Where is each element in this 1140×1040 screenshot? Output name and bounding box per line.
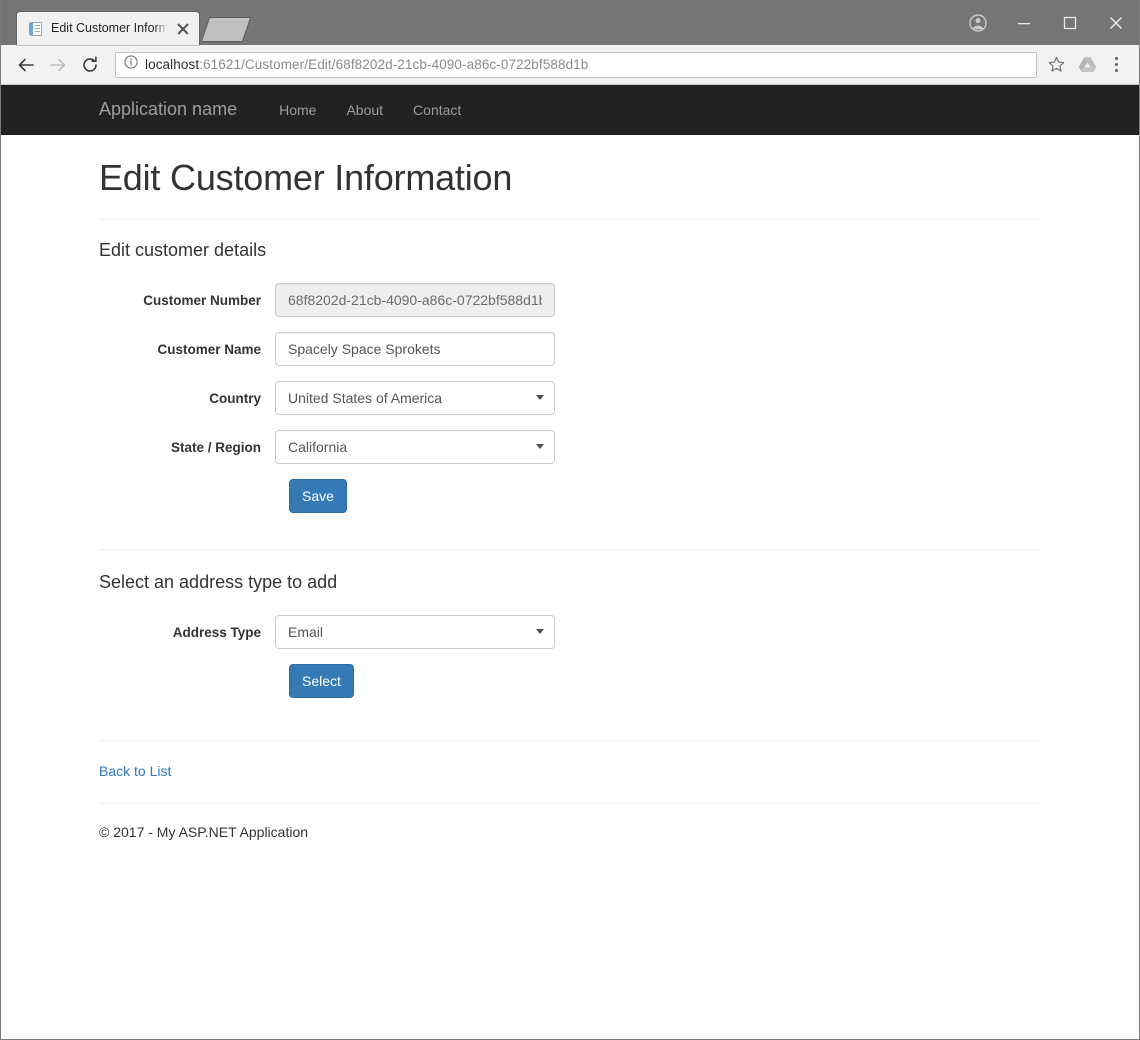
site-navbar: Application name Home About Contact <box>1 85 1139 135</box>
forward-arrow-icon <box>43 50 73 80</box>
form-row-state-region: State / Region California <box>99 430 1041 464</box>
address-type-label: Address Type <box>172 624 261 640</box>
browser-tab[interactable]: Edit Customer Informatio <box>17 12 199 45</box>
kebab-menu-icon[interactable] <box>1103 51 1129 79</box>
country-select-wrap: United States of America <box>275 381 555 415</box>
url-path: :61621/Customer/Edit/68f8202d-21cb-4090-… <box>199 56 589 72</box>
details-section-heading: Edit customer details <box>99 240 267 260</box>
minimize-icon[interactable] <box>1001 0 1047 45</box>
navbar-links: Home About Contact <box>264 102 476 118</box>
state-region-select[interactable]: California <box>275 430 555 464</box>
customer-number-input <box>275 283 555 317</box>
page-footer: © 2017 - My ASP.NET Application <box>99 824 1041 840</box>
nav-link-home[interactable]: Home <box>264 102 331 118</box>
nav-link-contact[interactable]: Contact <box>398 102 476 118</box>
divider-before-back-link <box>99 740 1041 741</box>
url-host: localhost <box>145 56 200 72</box>
customer-number-label: Customer Number <box>143 292 261 308</box>
document-icon <box>28 21 44 37</box>
back-to-list-row: Back to List <box>99 763 1041 781</box>
toolbar-right-actions <box>1073 51 1129 79</box>
info-icon[interactable] <box>124 55 138 74</box>
account-icon[interactable] <box>955 0 1001 45</box>
address-section-heading: Select an address type to add <box>99 572 338 592</box>
tab-close-icon[interactable] <box>175 21 191 37</box>
maximize-icon[interactable] <box>1047 0 1093 45</box>
star-icon[interactable] <box>1045 56 1067 73</box>
divider-middle <box>99 549 1041 550</box>
browser-window: Edit Customer Informatio <box>0 0 1140 1040</box>
state-region-select-wrap: California <box>275 430 555 464</box>
back-arrow-icon[interactable] <box>11 50 41 80</box>
window-close-icon[interactable] <box>1093 0 1139 45</box>
state-region-label: State / Region <box>170 439 261 455</box>
form-row-country: Country United States of America <box>99 381 1041 415</box>
address-bar[interactable]: localhost:61621/Customer/Edit/68f8202d-2… <box>115 51 1037 78</box>
form-row-select: Select <box>99 664 1041 698</box>
new-tab-button[interactable] <box>202 18 250 41</box>
form-row-address-type: Address Type Email <box>99 615 1041 649</box>
address-type-select-wrap: Email <box>275 615 555 649</box>
tab-title: Edit Customer Informatio <box>51 21 168 35</box>
select-button[interactable]: Select <box>289 664 354 698</box>
address-type-select[interactable]: Email <box>275 615 555 649</box>
browser-toolbar: localhost:61621/Customer/Edit/68f8202d-2… <box>1 45 1139 85</box>
reload-icon[interactable] <box>75 50 105 80</box>
form-row-customer-number: Customer Number <box>99 283 1041 317</box>
page-title: Edit Customer Information <box>99 157 513 198</box>
customer-name-input[interactable] <box>275 332 555 366</box>
browser-titlebar: Edit Customer Informatio <box>1 0 1139 45</box>
tab-strip: Edit Customer Informatio <box>1 0 250 45</box>
form-row-save: Save <box>99 479 1041 513</box>
divider-footer <box>99 803 1041 804</box>
customer-name-label: Customer Name <box>157 341 261 357</box>
divider-top <box>99 219 1041 220</box>
navbar-brand[interactable]: Application name <box>99 99 252 120</box>
footer-copyright: © 2017 - My ASP.NET Application <box>99 824 309 840</box>
page-container: Edit Customer Information Edit customer … <box>99 157 1041 840</box>
form-row-customer-name: Customer Name <box>99 332 1041 366</box>
nav-link-about[interactable]: About <box>331 102 398 118</box>
drive-icon[interactable] <box>1073 51 1101 79</box>
country-select[interactable]: United States of America <box>275 381 555 415</box>
country-label: Country <box>209 390 261 406</box>
back-to-list-link[interactable]: Back to List <box>99 763 171 779</box>
window-controls <box>955 0 1139 45</box>
page-viewport: Application name Home About Contact Edit… <box>1 85 1139 1039</box>
address-bar-text: localhost:61621/Customer/Edit/68f8202d-2… <box>145 53 589 77</box>
save-button[interactable]: Save <box>289 479 347 513</box>
